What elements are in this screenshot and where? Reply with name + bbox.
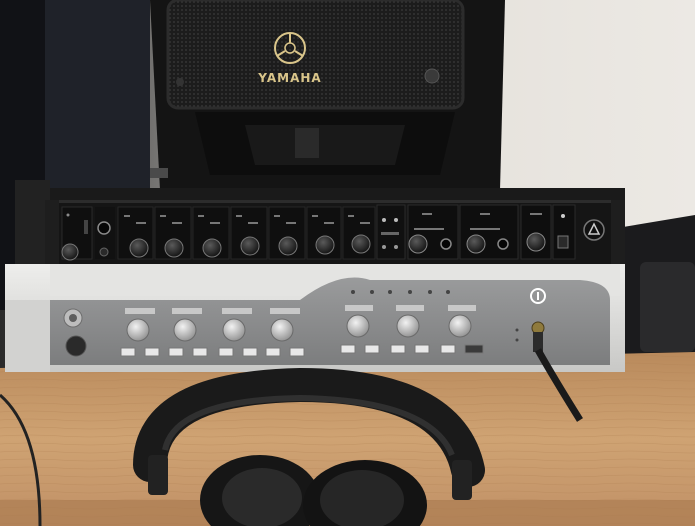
power-switch[interactable] [557,235,569,249]
cable-plug [533,332,543,352]
speaker-base-cable [150,168,168,178]
led-indicator-icon [446,290,450,294]
preamp-channel-5 [192,206,230,260]
led-indicator-icon [408,290,412,294]
gain-knob[interactable] [61,243,79,261]
triangle-logo-icon [583,219,605,241]
headphone-level-knob[interactable] [408,234,428,254]
rack-ear-right [611,200,625,264]
interface-power-led-icon-inner [69,314,77,322]
output-knob[interactable] [396,314,420,338]
pad-button[interactable] [218,347,234,357]
speaker-grille [168,0,463,108]
speaker-stand [295,128,319,158]
preamp-channel-9 [342,206,376,260]
phantom-button[interactable] [192,347,208,357]
status-led-icon [515,328,519,332]
select-button[interactable] [390,344,406,354]
interface-headphone-knob[interactable] [65,335,87,357]
input-jack-icon[interactable] [97,221,111,235]
power-section [552,204,576,260]
led-indicator-icon [351,290,355,294]
phantom-button[interactable] [242,347,258,357]
phantom-button[interactable] [289,347,305,357]
power-led-icon [561,214,565,218]
preamp-channels [61,206,376,261]
interface-rack-ear-left [5,300,50,372]
led-indicator-icon [370,290,374,294]
headphone-jack-icon[interactable] [440,238,452,250]
status-led-icon [515,338,519,342]
right-yoke [452,460,472,500]
mic-gain-knob[interactable] [173,318,197,342]
led-indicator-icon [388,290,392,294]
mic-gain-knob[interactable] [126,318,150,342]
pad-button[interactable] [168,347,184,357]
led-indicator-icon [382,245,386,249]
led-indicator-icon [394,218,398,222]
rack-ear-left [45,200,59,264]
gain-knob[interactable] [315,235,335,255]
master-knob[interactable] [526,232,546,252]
switch-icon[interactable] [99,247,109,257]
select-button[interactable] [340,344,356,354]
select-button[interactable] [414,344,430,354]
mic-gain-knob[interactable] [222,318,246,342]
preamp-rack-unit [45,200,625,264]
gain-knob[interactable] [351,234,371,254]
speaker-horn-inner [245,125,405,165]
led-indicator-icon [428,290,432,294]
left-yoke [148,455,168,495]
headphone-jack-icon[interactable] [497,238,509,250]
left-earcup-pad [222,468,302,526]
gain-knob[interactable] [129,238,149,258]
select-button[interactable] [464,344,484,354]
gain-knob[interactable] [240,236,260,256]
mic-gain-knob[interactable] [270,318,294,342]
gain-knob[interactable] [164,238,184,258]
preamp-channel-2 [95,207,115,259]
pad-button[interactable] [265,347,281,357]
headphone-level-knob[interactable] [466,234,486,254]
preamp-channel-8 [306,206,342,260]
preamp-channel-7 [268,206,306,260]
select-button[interactable] [364,344,380,354]
gain-knob[interactable] [278,236,298,256]
preamp-channel-6 [230,206,268,260]
chair-edge [640,262,695,352]
speaker-brand-label: YAMAHA [257,71,321,85]
output-knob[interactable] [448,314,472,338]
output-knob[interactable] [346,314,370,338]
led-indicator-icon [382,218,386,222]
speaker-screw-icon [424,68,440,84]
speaker-screw-icon [176,78,184,86]
preamp-channel-3 [117,206,154,260]
phantom-button[interactable] [144,347,160,357]
led-indicator-icon [66,213,70,217]
select-button[interactable] [440,344,456,354]
preamp-channel-1 [61,206,93,261]
preamp-faceplate-highlight [45,200,625,203]
pad-button[interactable] [120,347,136,357]
led-indicator-icon [394,245,398,249]
photo-scene: YAMAHA [0,0,695,526]
preamp-channel-4 [154,206,192,260]
yamaha-speaker: YAMAHA [150,0,505,190]
gain-knob[interactable] [202,238,222,258]
rack-top-shelf [40,188,625,200]
